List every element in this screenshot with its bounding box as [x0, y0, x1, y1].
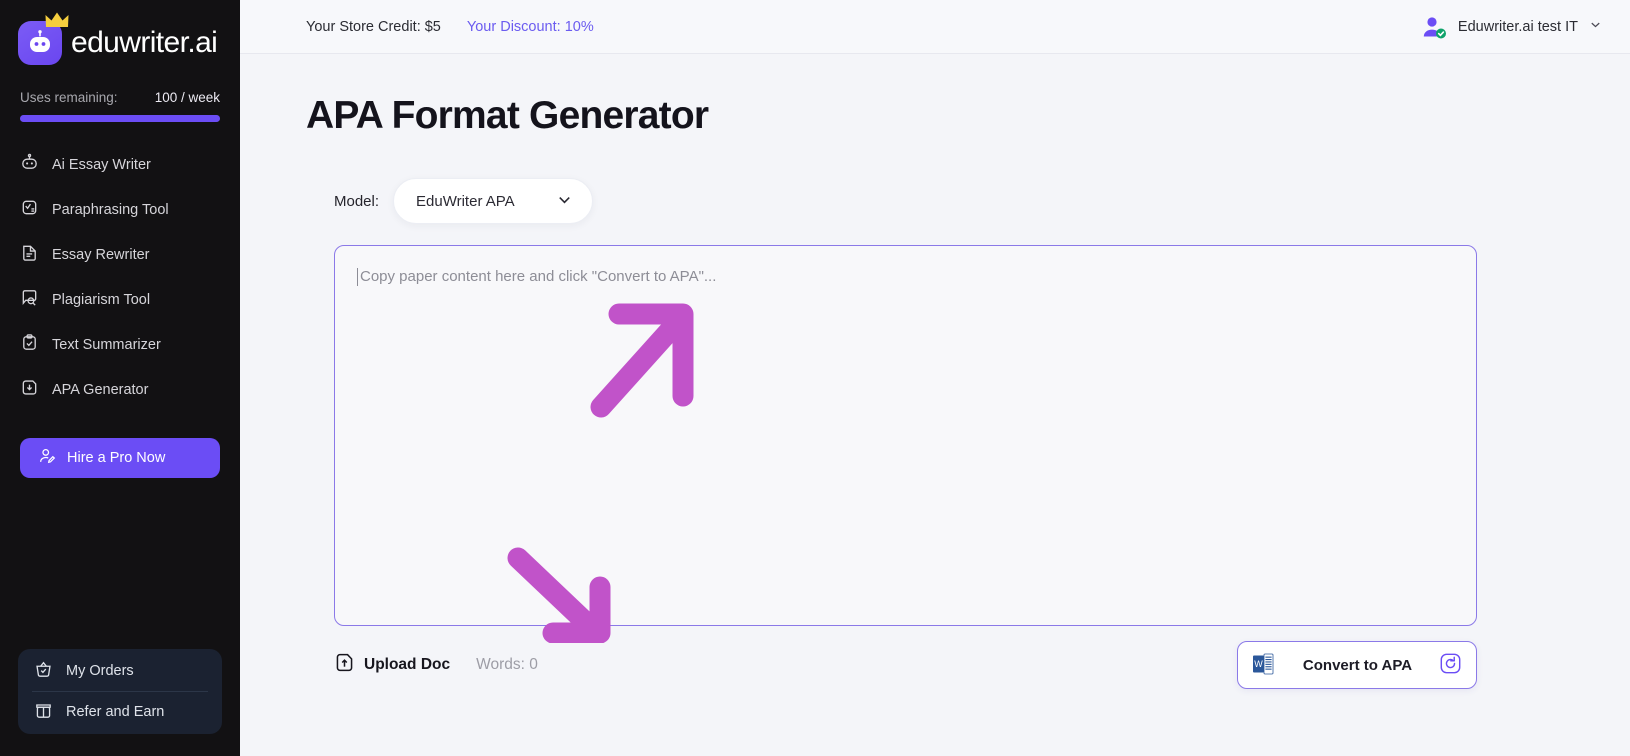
sidebar-item-label: Plagiarism Tool: [52, 291, 151, 308]
sidebar-item-apa-generator[interactable]: APA Generator: [0, 367, 240, 412]
robot-logo-icon: [18, 12, 69, 65]
model-label: Model:: [334, 192, 380, 210]
upload-file-icon: [334, 652, 355, 678]
crown-icon: [44, 10, 70, 35]
clipboard-check-icon: [20, 333, 39, 356]
uses-progress-fill: [20, 115, 220, 122]
discount-link[interactable]: Your Discount: 10%: [467, 19, 594, 35]
uses-remaining: Uses remaining: 100 / week: [0, 72, 240, 105]
user-edit-icon: [38, 447, 56, 469]
sidebar-item-my-orders[interactable]: My Orders: [18, 651, 222, 691]
convert-to-apa-button[interactable]: W Convert to APA: [1237, 641, 1477, 689]
hire-a-pro-button[interactable]: Hire a Pro Now: [20, 438, 220, 478]
download-page-icon: [20, 378, 39, 401]
model-selected-value: EduWriter APA: [416, 192, 515, 210]
sidebar-item-essay-rewriter[interactable]: Essay Rewriter: [0, 232, 240, 277]
text-caret: [357, 268, 358, 286]
robot-icon: [20, 153, 39, 176]
sidebar-item-label: Text Summarizer: [52, 336, 161, 353]
upload-doc-label: Upload Doc: [364, 656, 451, 673]
top-bar: Your Store Credit: $5 Your Discount: 10%…: [240, 0, 1630, 54]
upload-doc-button[interactable]: Upload Doc: [334, 652, 450, 678]
sidebar-item-plagiarism-tool[interactable]: Plagiarism Tool: [0, 277, 240, 322]
convert-to-apa-label: Convert to APA: [1302, 656, 1413, 674]
sidebar-item-text-summarizer[interactable]: Text Summarizer: [0, 322, 240, 367]
document-lines-icon: [20, 243, 39, 266]
basket-check-icon: [34, 660, 53, 683]
user-verified-avatar: [1419, 13, 1447, 41]
brand-logo[interactable]: eduwriter.ai: [0, 0, 240, 72]
model-selector-row: Model: EduWriter APA: [334, 178, 1630, 224]
app-root: eduwriter.ai Uses remaining: 100 / week …: [0, 0, 1630, 756]
account-name: Eduwriter.ai test IT: [1457, 18, 1578, 35]
sidebar-item-ai-essay-writer[interactable]: Ai Essay Writer: [0, 142, 240, 187]
svg-text:W: W: [1254, 659, 1263, 669]
sidebar-item-paraphrasing-tool[interactable]: Paraphrasing Tool: [0, 187, 240, 232]
refresh-circle-icon: [1439, 652, 1462, 678]
gift-box-icon: [34, 701, 53, 724]
paraphrase-icon: [20, 198, 39, 221]
search-document-icon: [20, 288, 39, 311]
sidebar: eduwriter.ai Uses remaining: 100 / week …: [0, 0, 240, 756]
model-dropdown[interactable]: EduWriter APA: [393, 178, 594, 224]
editor-wrapper: Copy paper content here and click "Conve…: [334, 245, 1477, 626]
sidebar-item-label: Ai Essay Writer: [52, 156, 151, 173]
uses-value: 100 / week: [154, 90, 220, 105]
sidebar-item-label: APA Generator: [52, 381, 149, 398]
sidebar-item-label: My Orders: [66, 663, 134, 679]
sidebar-item-refer-and-earn[interactable]: Refer and Earn: [18, 692, 222, 732]
brand-name: eduwriter.ai: [71, 26, 218, 59]
main-content: Your Store Credit: $5 Your Discount: 10%…: [240, 0, 1630, 756]
uses-label: Uses remaining:: [20, 90, 118, 105]
word-doc-icon: W: [1250, 651, 1276, 680]
uses-progress-bar: [20, 115, 220, 122]
sidebar-nav: Ai Essay Writer Paraphrasing Tool Essay …: [0, 142, 240, 412]
words-counter: Words: 0: [476, 656, 538, 673]
sidebar-item-label: Essay Rewriter: [52, 246, 150, 263]
account-menu[interactable]: Eduwriter.ai test IT: [1419, 13, 1602, 41]
chevron-down-icon: [556, 191, 573, 212]
sidebar-bottom-card: My Orders Refer and Earn: [18, 649, 222, 734]
paper-content-textarea[interactable]: Copy paper content here and click "Conve…: [334, 245, 1477, 626]
sidebar-item-label: Paraphrasing Tool: [52, 201, 169, 218]
chevron-down-icon: [1589, 18, 1602, 36]
editor-toolbar: Upload Doc Words: 0 W Convert to APA: [334, 639, 1477, 691]
page-title: APA Format Generator: [306, 94, 709, 137]
editor-placeholder: Copy paper content here and click "Conve…: [360, 268, 717, 285]
hire-a-pro-label: Hire a Pro Now: [67, 450, 166, 466]
store-credit-label: Your Store Credit: $5: [306, 18, 441, 35]
sidebar-item-label: Refer and Earn: [66, 704, 165, 720]
